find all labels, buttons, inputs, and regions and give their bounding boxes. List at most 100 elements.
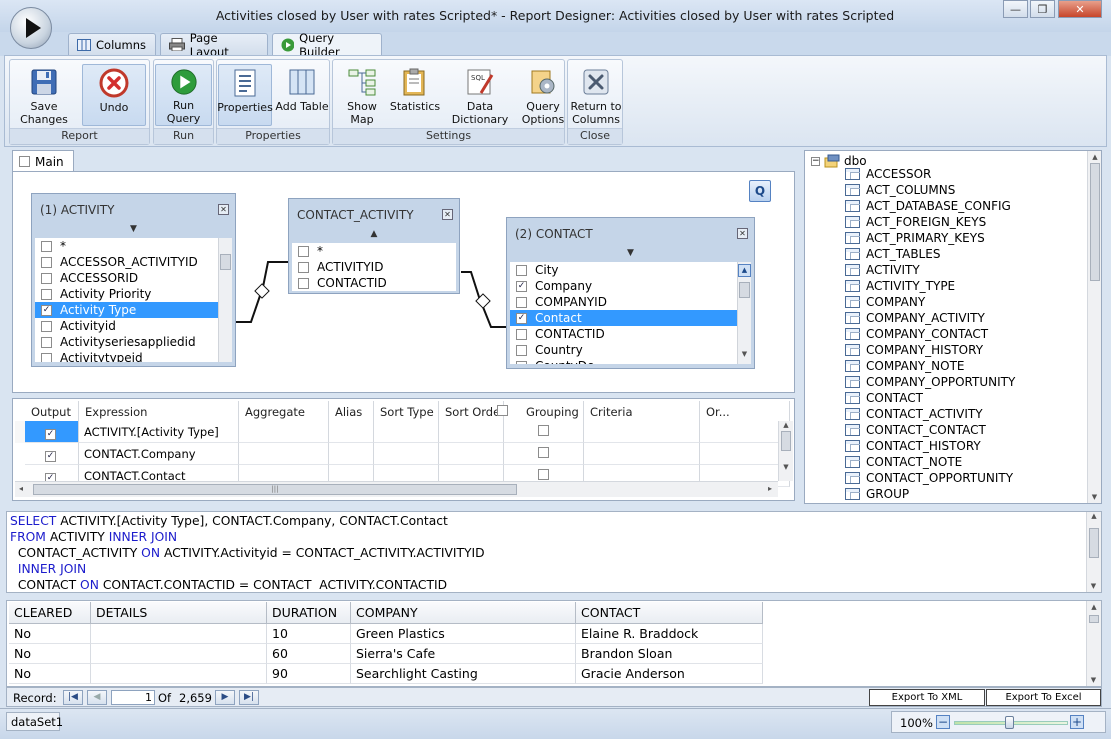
tree-item-table[interactable]: ACT_TABLES [845, 246, 1015, 262]
grid-column-header[interactable]: Or... [700, 401, 790, 421]
results-column-header[interactable]: COMPANY [351, 602, 576, 624]
field-row[interactable]: Activityid [35, 318, 232, 334]
field-row[interactable]: ACCESSOR_ACTIVITYID [35, 254, 232, 270]
grouping-checkbox[interactable] [538, 469, 549, 480]
tree-item-table[interactable]: CONTACT [845, 390, 1015, 406]
grid-cell[interactable] [439, 421, 504, 443]
zoom-slider-thumb[interactable] [1005, 716, 1014, 729]
field-row[interactable]: * [292, 243, 456, 259]
results-cell[interactable] [91, 644, 267, 664]
tree-item-table[interactable]: CONTACT_HISTORY [845, 438, 1015, 454]
field-checkbox[interactable] [41, 320, 52, 332]
query-options-button[interactable]: Query Options [521, 64, 565, 126]
tab-page-layout[interactable]: Page Layout [160, 31, 268, 59]
record-number-input[interactable]: 1 [111, 690, 155, 705]
main-checkbox[interactable] [19, 156, 30, 167]
results-column-header[interactable]: CLEARED [9, 602, 91, 624]
grid-cell[interactable] [374, 443, 439, 465]
tree-item-table[interactable]: COMPANY_CONTACT [845, 326, 1015, 342]
undo-button[interactable]: Undo [82, 64, 146, 126]
field-checkbox[interactable] [41, 336, 52, 348]
field-checkbox[interactable] [41, 256, 52, 268]
table-box-activity[interactable]: (1) ACTIVITY ✕ ▼ * ACCESSOR_ACTIVITYID ACCE… [31, 193, 236, 367]
grid-column-header[interactable]: Alias [329, 401, 374, 421]
tree-item-table[interactable]: COMPANY [845, 294, 1015, 310]
tree-item-table[interactable]: GROUP [845, 486, 1015, 502]
criteria-grid[interactable]: Output Expression Aggregate Alias Sort Type S… [12, 398, 795, 501]
grouping-checkbox[interactable] [538, 447, 549, 458]
tree-item-table[interactable]: ACT_PRIMARY_KEYS [845, 230, 1015, 246]
tree-item-table[interactable]: CONTACT_CONTACT [845, 422, 1015, 438]
results-cell[interactable]: 90 [267, 664, 351, 684]
output-checkbox[interactable]: ✓ [45, 451, 56, 462]
grid-cell[interactable] [584, 443, 700, 465]
export-xml-button[interactable]: Export To XML [869, 689, 985, 706]
grid-cell[interactable] [504, 443, 584, 465]
field-checkbox[interactable] [516, 344, 527, 356]
results-cell[interactable]: 60 [267, 644, 351, 664]
grid-column-header[interactable]: Aggregate [239, 401, 329, 421]
field-row[interactable]: ✓ Contact [510, 310, 751, 326]
q-button[interactable]: Q [749, 180, 771, 202]
tree-item-table[interactable]: ACT_DATABASE_CONFIG [845, 198, 1015, 214]
restore-button[interactable]: ❐ [1030, 0, 1055, 18]
grouping-checkbox[interactable] [538, 425, 549, 436]
grid-cell[interactable] [439, 443, 504, 465]
field-checkbox[interactable]: ✓ [516, 312, 527, 324]
tree-item-table[interactable]: COMPANY_HISTORY [845, 342, 1015, 358]
tree-item-table[interactable]: CONTACT_NOTE [845, 454, 1015, 470]
tab-query-builder[interactable]: Query Builder [272, 31, 382, 59]
grid-column-header[interactable]: Criteria [584, 401, 700, 421]
scrollbar[interactable] [218, 238, 232, 362]
sql-editor[interactable]: SELECT ACTIVITY.[Activity Type], CONTACT… [6, 511, 1102, 593]
grid-column-header[interactable]: Sort Type [374, 401, 439, 421]
results-cell[interactable]: Searchlight Casting [351, 664, 576, 684]
first-record-button[interactable]: |◀ [63, 690, 83, 705]
field-row[interactable]: CONTACTID [510, 326, 751, 342]
export-excel-button[interactable]: Export To Excel [986, 689, 1101, 706]
field-checkbox[interactable]: ✓ [41, 304, 52, 316]
tree-item-table[interactable]: CONTACT_OPPORTUNITY [845, 470, 1015, 486]
field-checkbox[interactable] [298, 277, 309, 289]
app-menu-button[interactable] [10, 7, 52, 49]
table-box-contact-activity[interactable]: CONTACT_ACTIVITY ✕ ▲ * ACTIVITYID CONTACTID [288, 198, 460, 294]
field-checkbox[interactable] [516, 296, 527, 308]
field-row[interactable]: ACTIVITYID [292, 259, 456, 275]
results-cell[interactable]: Brandon Sloan [576, 644, 763, 664]
grid-column-header[interactable]: Output [25, 401, 79, 421]
grid-cell[interactable]: ACTIVITY.[Activity Type] [79, 421, 239, 443]
grid-cell[interactable] [329, 443, 374, 465]
tree-item-table[interactable]: ACTIVITY_TYPE [845, 278, 1015, 294]
results-cell[interactable]: No [9, 644, 91, 664]
row-indicator[interactable] [15, 421, 25, 443]
results-cell[interactable]: 10 [267, 624, 351, 644]
grid-cell[interactable] [700, 443, 790, 465]
tab-main[interactable]: Main [12, 150, 74, 172]
grid-column-header[interactable]: Grouping [504, 401, 584, 421]
scroll-up-arrow-icon[interactable]: ▼ [32, 224, 235, 238]
results-cell[interactable]: Gracie Anderson [576, 664, 763, 684]
tree-item-table[interactable]: COMPANY_OPPORTUNITY [845, 374, 1015, 390]
tab-columns[interactable]: Columns [68, 33, 156, 55]
field-checkbox[interactable] [41, 352, 52, 362]
field-row[interactable]: ✓ Activity Type [35, 302, 232, 318]
grid-cell[interactable] [584, 421, 700, 443]
previous-record-button[interactable]: ◀ [87, 690, 107, 705]
field-row[interactable]: Activityseriesappliedid [35, 334, 232, 350]
tree-item-table[interactable]: CONTACT_ACTIVITY [845, 406, 1015, 422]
field-row[interactable]: City [510, 262, 751, 278]
close-button[interactable]: ✕ [1058, 0, 1102, 18]
statistics-button[interactable]: Statistics [390, 64, 440, 113]
results-cell[interactable]: No [9, 624, 91, 644]
field-row[interactable]: Activity Priority [35, 286, 232, 302]
grid-cell[interactable] [504, 421, 584, 443]
field-row[interactable]: * [35, 238, 232, 254]
results-column-header[interactable]: DETAILS [91, 602, 267, 624]
grid-vertical-scrollbar[interactable]: ▲ ▼ [778, 421, 793, 481]
grid-cell[interactable] [700, 421, 790, 443]
field-checkbox[interactable] [516, 328, 527, 340]
grid-cell[interactable]: ✓ [25, 443, 79, 465]
results-column-header[interactable]: CONTACT [576, 602, 763, 624]
return-to-columns-button[interactable]: Return to Columns [569, 64, 623, 126]
results-cell[interactable] [91, 664, 267, 684]
